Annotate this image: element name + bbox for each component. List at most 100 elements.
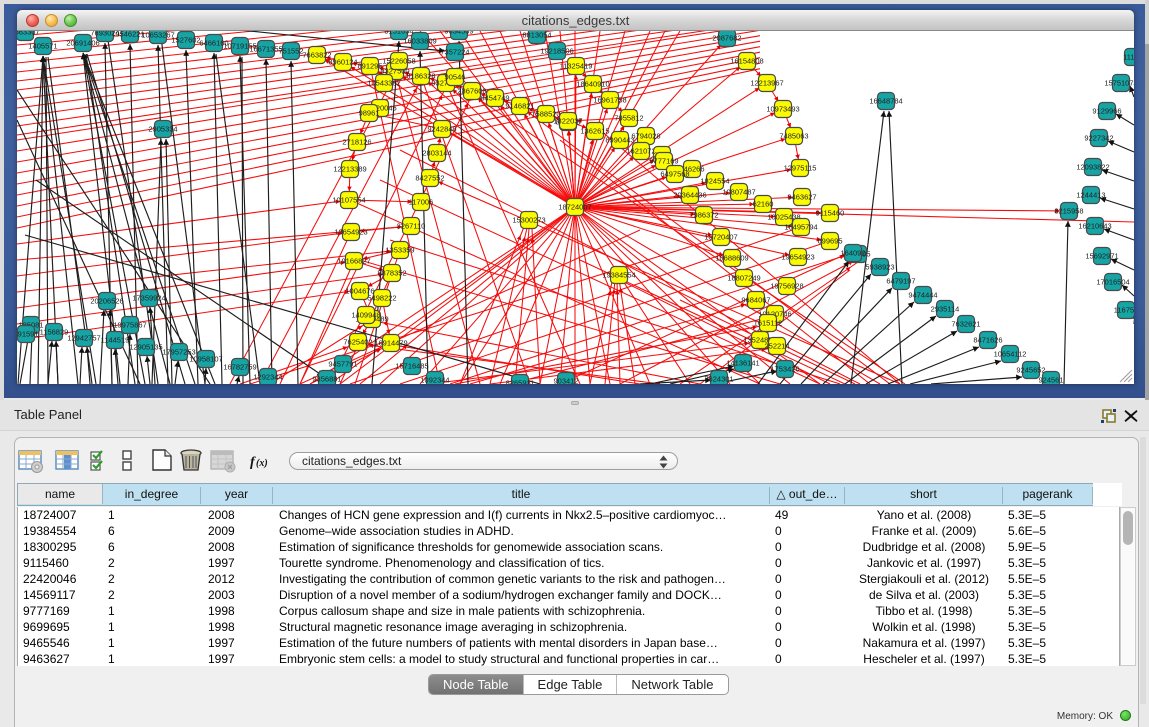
svg-text:7986372: 7986372 [689, 211, 718, 220]
svg-text:2803144: 2803144 [422, 149, 451, 158]
svg-text:12093822: 12093822 [1076, 163, 1109, 172]
svg-text:20364436: 20364436 [673, 191, 706, 200]
svg-text:16914479: 16914479 [374, 339, 407, 348]
svg-text:18640910: 18640910 [576, 80, 609, 89]
svg-text:15751074: 15751074 [1104, 79, 1134, 88]
svg-text:17016504: 17016504 [1096, 278, 1129, 287]
svg-text:20206526: 20206526 [90, 297, 123, 306]
svg-text:15692971: 15692971 [1085, 252, 1118, 261]
svg-text:6794028: 6794028 [631, 132, 660, 141]
svg-text:11172: 11172 [1123, 53, 1134, 62]
svg-text:7625402: 7625402 [343, 338, 372, 347]
svg-text:10958107: 10958107 [189, 355, 222, 364]
svg-text:15716485: 15716485 [395, 362, 428, 371]
svg-text:391591: 391591 [17, 330, 39, 339]
svg-text:164092: 164092 [840, 249, 865, 258]
svg-text:8990443: 8990443 [605, 136, 634, 145]
svg-text:2087682: 2087682 [712, 34, 741, 43]
svg-text:117006: 117006 [409, 198, 433, 207]
svg-text:9634509: 9634509 [444, 31, 473, 36]
svg-text:5938923: 5938923 [865, 263, 894, 272]
svg-text:9245652: 9245652 [1016, 366, 1045, 375]
svg-text:1527602: 1527602 [171, 36, 200, 45]
svg-text:16033809: 16033809 [403, 37, 436, 46]
svg-text:98961: 98961 [359, 109, 380, 118]
svg-text:12942757: 12942757 [67, 334, 100, 343]
svg-text:1092344: 1092344 [420, 376, 449, 385]
svg-text:1144519: 1144519 [101, 336, 130, 345]
svg-text:15300273: 15300273 [512, 216, 545, 225]
svg-text:16961758: 16961758 [593, 96, 626, 105]
svg-text:8813054: 8813054 [522, 31, 551, 40]
svg-text:7357224: 7357224 [440, 48, 469, 57]
svg-text:18724007: 18724007 [558, 203, 591, 212]
svg-text:1824554: 1824554 [700, 177, 729, 186]
svg-text:20691406: 20691406 [66, 39, 99, 48]
svg-text:10807487: 10807487 [722, 188, 755, 197]
svg-text:1292344: 1292344 [253, 373, 282, 382]
svg-text:7663822: 7663822 [302, 51, 331, 60]
svg-text:699695: 699695 [817, 237, 842, 246]
svg-text:9777169: 9777169 [649, 157, 678, 166]
svg-text:18807249: 18807249 [727, 274, 760, 283]
svg-text:10688609: 10688609 [715, 254, 748, 263]
svg-text:19218506: 19218506 [540, 47, 573, 56]
svg-text:2718126: 2718126 [342, 138, 371, 147]
svg-text:891295: 891295 [357, 62, 382, 71]
svg-text:18495794: 18495794 [784, 223, 817, 232]
svg-text:8215958: 8215958 [1054, 207, 1083, 216]
svg-text:12213967: 12213967 [750, 79, 783, 88]
svg-text:19384554: 19384554 [602, 271, 635, 280]
svg-text:17359924: 17359924 [132, 294, 165, 303]
svg-text:7955812: 7955812 [614, 114, 643, 123]
svg-text:16648784: 16648784 [869, 97, 902, 106]
svg-text:6497568: 6497568 [660, 170, 689, 179]
svg-text:7632621: 7632621 [951, 320, 980, 329]
svg-text:9474444: 9474444 [908, 291, 937, 300]
svg-text:1353359: 1353359 [385, 246, 414, 255]
svg-text:9227342: 9227342 [1084, 134, 1113, 143]
svg-text:15226058: 15226058 [382, 57, 415, 66]
svg-text:15720407: 15720407 [704, 233, 737, 242]
svg-text:8427552: 8427552 [415, 174, 444, 183]
svg-text:16154808: 16154808 [730, 57, 763, 66]
svg-text:9129966: 9129966 [1092, 107, 1121, 116]
svg-text:19166827: 19166827 [337, 257, 370, 266]
svg-text:1663307: 1663307 [17, 31, 40, 37]
svg-text:8151054: 8151054 [384, 31, 413, 36]
svg-text:1405571: 1405571 [28, 42, 57, 51]
svg-text:1156829: 1156829 [40, 328, 69, 337]
svg-text:8265911: 8265911 [506, 379, 535, 385]
svg-text:2905334: 2905334 [148, 125, 177, 134]
svg-text:19975867: 19975867 [113, 321, 146, 330]
svg-text:903412: 903412 [553, 377, 578, 385]
svg-text:9684067: 9684067 [741, 296, 770, 305]
svg-text:7624301: 7624301 [704, 375, 733, 384]
svg-text:9146821: 9146821 [505, 102, 534, 111]
svg-text:252214: 252214 [764, 342, 789, 351]
svg-text:9463627: 9463627 [787, 193, 816, 202]
svg-text:16782759: 16782759 [223, 363, 256, 372]
svg-text:14136141: 14136141 [726, 359, 759, 368]
svg-text:1615112: 1615112 [754, 319, 783, 328]
svg-text:9242848: 9242848 [427, 125, 456, 134]
svg-text:8960124: 8960124 [328, 58, 357, 67]
svg-text:751552: 751552 [278, 47, 303, 56]
svg-text:10543382: 10543382 [367, 79, 400, 88]
svg-text:6479197: 6479197 [886, 277, 915, 286]
svg-text:11325419: 11325419 [560, 62, 593, 71]
svg-text:116753: 116753 [1114, 306, 1134, 315]
svg-text:2935114: 2935114 [931, 305, 960, 314]
svg-text:10107554: 10107554 [332, 196, 365, 205]
svg-text:1004676: 1004676 [345, 287, 374, 296]
svg-text:9457791: 9457791 [328, 360, 357, 369]
svg-text:7485063: 7485063 [779, 132, 808, 141]
svg-text:9546221: 9546221 [115, 31, 144, 39]
svg-text:924561: 924561 [1038, 376, 1063, 385]
svg-text:9356881: 9356881 [312, 375, 341, 384]
svg-text:(x): (x) [256, 458, 268, 469]
svg-text:3267110: 3267110 [397, 222, 426, 231]
svg-text:62160: 62160 [753, 200, 774, 209]
svg-text:19654923: 19654923 [334, 228, 367, 237]
svg-text:10653267: 10653267 [141, 31, 174, 40]
